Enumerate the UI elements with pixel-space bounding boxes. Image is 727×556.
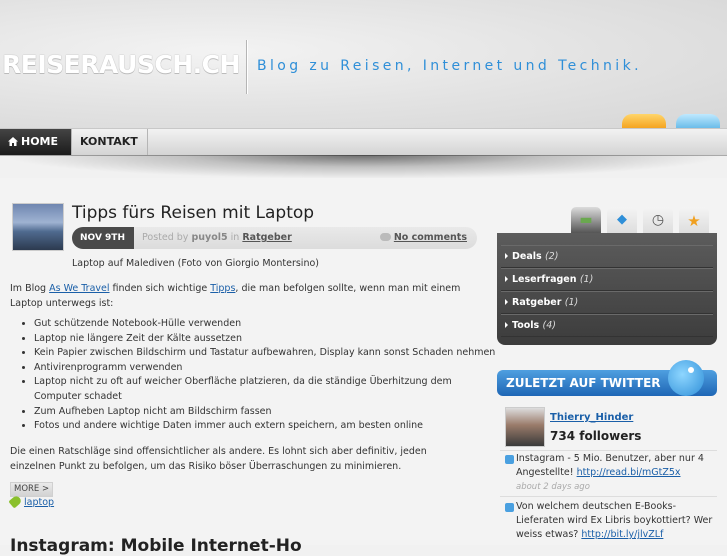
list-item: Laptop nicht zu oft auf weicher Oberfläc… [34,375,500,404]
star-icon: ★ [687,212,701,230]
as-we-travel-link[interactable]: As We Travel [49,283,109,294]
tab-popular[interactable]: ★ [679,207,709,233]
post-author[interactable]: puyol5 [191,232,227,243]
category-item-tools[interactable]: Tools (4) [501,314,713,337]
tweet-link[interactable]: http://read.bi/mGtZ5x [577,467,681,478]
nav-item-kontakt[interactable]: KONTAKT [72,129,148,155]
divider [500,450,717,451]
header-divider [246,40,248,94]
list-item: Zum Aufheben Laptop nicht am Bildschirm … [34,405,500,420]
tweet-text: Von welchem deutschen E-Books-Lieferaten… [516,500,717,542]
site-tagline: Blog zu Reisen, Internet und Technik. [257,58,642,74]
tweet-item: Von welchem deutschen E-Books-Lieferaten… [505,500,717,542]
comments-label: No comments [393,232,467,243]
comments-link[interactable]: No comments [379,232,467,243]
site-logo[interactable]: REISERAUSCH.CH [2,50,240,79]
category-label: Leserfragen [512,274,577,285]
more-button[interactable]: MORE > [10,482,54,497]
chevron-right-icon [505,253,508,259]
image-caption: Laptop auf Malediven (Foto von Giorgio M… [72,258,319,269]
list-item: Gut schützende Notebook-Hülle verwenden [34,317,500,332]
tab-categories[interactable]: ▬ [571,207,601,233]
nav-home-label: HOME [21,135,59,148]
tag-link-laptop[interactable]: laptop [24,497,54,508]
nav-shadow [0,155,727,179]
divider [500,496,717,497]
post-title[interactable]: Tipps fürs Reisen mit Laptop [72,203,314,223]
tweet-text: Instagram - 5 Mio. Benutzer, aber nur 4 … [516,452,717,480]
category-label: Tools [512,320,540,331]
post-date: NOV 9TH [72,227,134,249]
site-header: REISERAUSCH.CH Blog zu Reisen, Internet … [0,0,727,130]
avatar[interactable] [505,407,545,447]
twitter-icon [505,455,514,464]
category-label: Deals [512,251,542,262]
post-intro: Im Blog As We Travel finden sich wichtig… [10,281,475,311]
twitter-icon [505,503,514,512]
list-item: Fotos und andere wichtige Daten immer au… [34,419,500,434]
main-nav: HOME KONTAKT [0,128,727,156]
tweet-link[interactable]: http://bit.ly/jlvZLf [581,529,663,540]
category-list: Deals (2) Leserfragen (1) Ratgeber (1) T… [497,233,717,345]
chevron-right-icon [505,322,508,328]
tag-icon: ◆ [617,212,627,227]
twitter-username[interactable]: Thierry_Hinder [550,412,633,423]
intro-text: Im Blog [10,283,50,294]
category-list-spacer [497,233,717,245]
category-count: (1) [564,297,579,308]
category-count: (1) [579,274,594,285]
post-tags: laptop [8,494,54,509]
category-label: Ratgeber [512,297,562,308]
follower-count: 734 followers [550,429,642,443]
chevron-right-icon [505,299,508,305]
post-meta-text: Posted by puyol5 in Ratgeber [142,232,292,243]
intro-text: finden sich wichtige [109,283,211,294]
in-label: in [230,232,240,243]
tweet-time: about 2 days ago [516,482,590,492]
nav-item-home[interactable]: HOME [0,129,72,155]
twitter-bird-icon [668,360,704,396]
tweet-item: Instagram - 5 Mio. Benutzer, aber nur 4 … [505,452,717,494]
folder-icon: ▬ [579,212,593,228]
comment-icon [379,233,391,241]
category-item-leserfragen[interactable]: Leserfragen (1) [501,268,713,291]
post-summary: Die einen Ratschläge sind offensichtlich… [10,446,427,472]
chevron-right-icon [505,276,508,282]
category-item-deals[interactable]: Deals (2) [501,245,713,268]
tips-list: Gut schützende Notebook-Hülle verwenden … [10,317,500,434]
post-thumbnail[interactable] [12,203,64,251]
tab-archive[interactable]: ◷ [643,207,673,233]
list-item: Antivirenprogramm verwenden [34,361,500,376]
clock-icon: ◷ [651,212,665,228]
tag-icon [8,494,23,509]
category-count: (2) [544,251,559,262]
next-post-title[interactable]: Instagram: Mobile Internet-Ho [10,536,302,556]
post-meta-bar: NOV 9TH Posted by puyol5 in Ratgeber No … [72,227,477,249]
list-item: Laptop nie längere Zeit der Kälte ausset… [34,332,500,347]
twitter-bird-eye [688,367,694,373]
category-count: (4) [542,320,556,331]
home-icon [8,137,18,146]
category-item-ratgeber[interactable]: Ratgeber (1) [501,291,713,314]
post-category-link[interactable]: Ratgeber [242,232,291,243]
tab-tags[interactable]: ◆ [607,207,637,233]
list-item: Kein Papier zwischen Bildschirm und Tast… [34,346,500,361]
tipps-link[interactable]: Tipps [210,283,235,294]
posted-by-label: Posted by [142,232,189,243]
